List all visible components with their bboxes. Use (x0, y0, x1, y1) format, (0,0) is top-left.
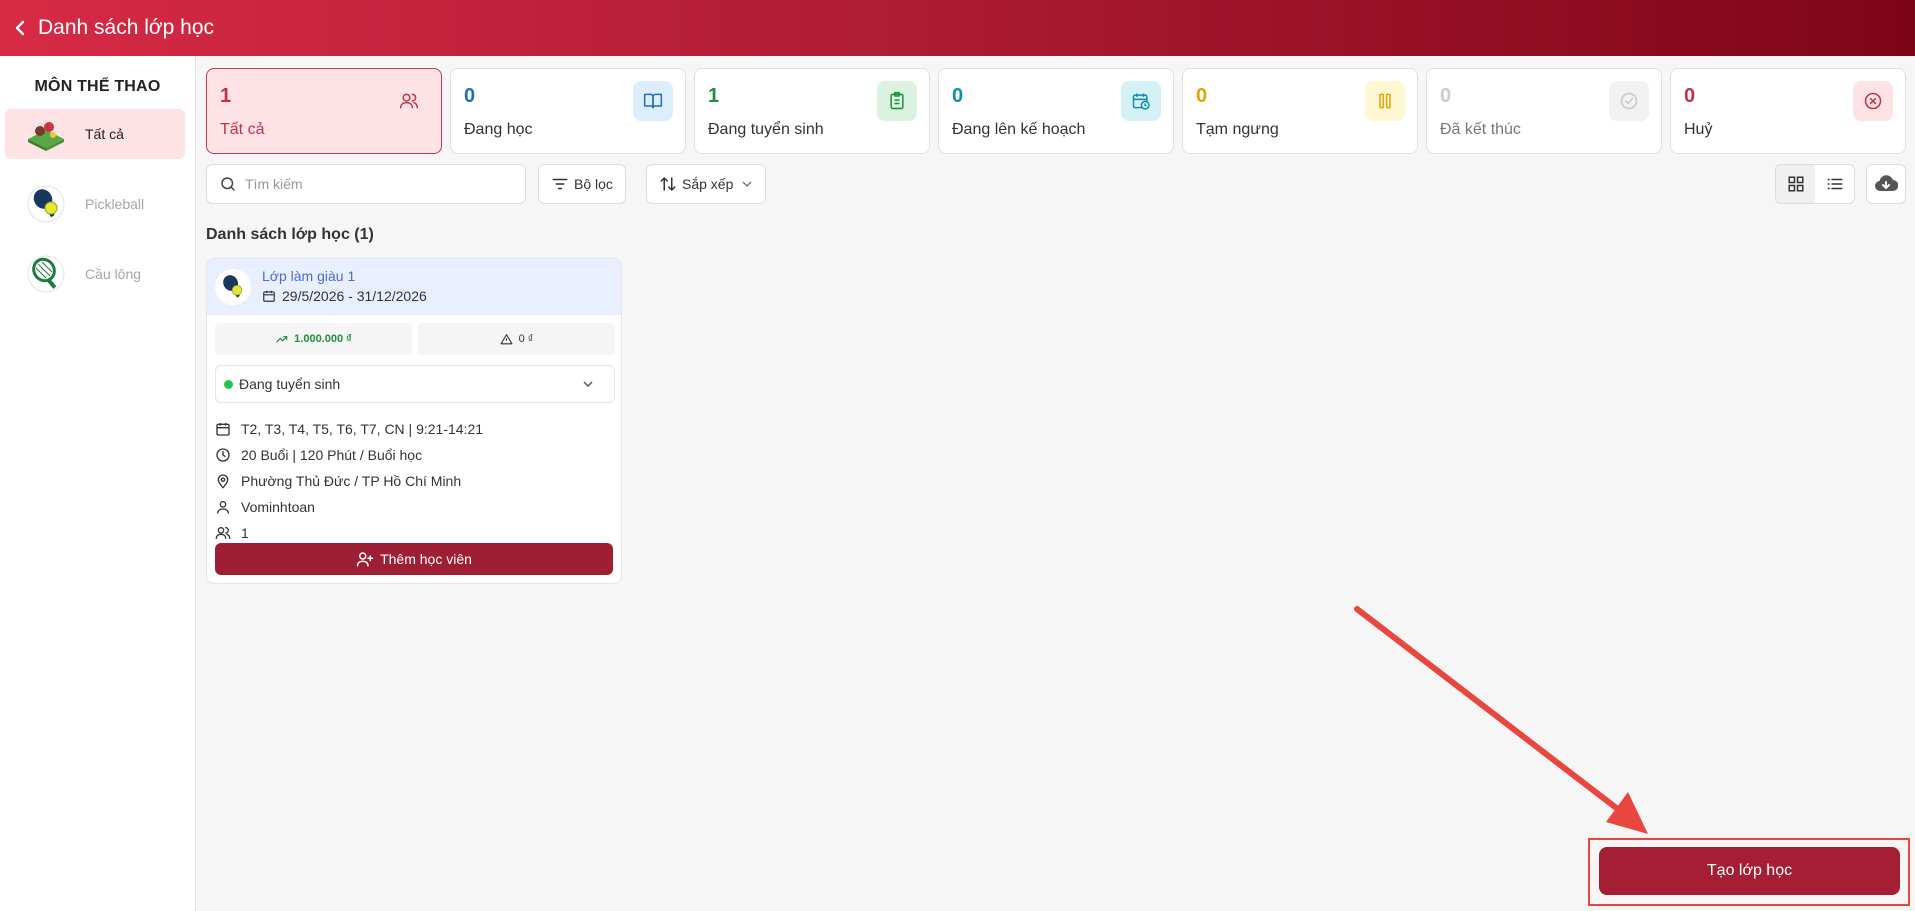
class-title[interactable]: Lớp làm giàu 1 (262, 268, 355, 284)
sports-sidebar: MÔN THỂ THAO Tất cả Pickleball Cầu lông (0, 56, 196, 911)
stat-label: Đã kết thúc (1440, 121, 1521, 138)
check-circle-icon (1609, 81, 1649, 121)
cloud-download-icon (1875, 175, 1898, 192)
download-button[interactable] (1866, 164, 1906, 204)
class-card[interactable]: Lớp làm giàu 1 29/5/2026 - 31/12/2026 1.… (206, 258, 622, 584)
stat-count: 0 (952, 85, 964, 107)
users-icon (215, 527, 231, 539)
sports-field-icon (25, 113, 67, 155)
stat-count: 0 (464, 85, 476, 107)
students-row: 1 (215, 525, 249, 541)
teacher-row: Vominhtoan (215, 499, 315, 515)
stat-card-studying[interactable]: 0 Đang học (450, 68, 686, 154)
sidebar-item-badminton[interactable]: Cầu lông (5, 249, 185, 299)
calendar-icon (216, 423, 230, 436)
status-dropdown[interactable]: Đang tuyển sinh (215, 365, 615, 403)
pickleball-icon (215, 269, 251, 305)
stat-label: Đang lên kế hoạch (952, 121, 1086, 138)
sort-button[interactable]: Sắp xếp (646, 164, 767, 204)
revenue-value: 1.000.000 ₫ (294, 333, 352, 345)
pickleball-icon (25, 183, 67, 225)
list-view-button[interactable] (1815, 165, 1854, 203)
add-student-label: Thêm học viên (380, 551, 472, 567)
sidebar-item-label: Pickleball (85, 196, 145, 212)
create-class-button[interactable]: Tạo lớp học (1599, 847, 1900, 895)
sidebar-item-pickleball[interactable]: Pickleball (5, 179, 185, 229)
calendar-icon (263, 290, 275, 302)
chevron-left-icon (15, 20, 25, 36)
teacher-text: Vominhtoan (241, 499, 315, 515)
app-header: Danh sách lớp học (0, 0, 1915, 56)
search-icon (221, 177, 235, 191)
class-date-range: 29/5/2026 - 31/12/2026 (262, 288, 427, 304)
status-value: Đang tuyển sinh (239, 376, 341, 392)
schedule-text: T2, T3, T4, T5, T6, T7, CN | 9:21-14:21 (241, 421, 484, 437)
list-icon (1827, 178, 1842, 190)
stat-label: Tạm ngưng (1196, 121, 1279, 138)
book-icon (633, 81, 673, 121)
chevron-down-icon (742, 181, 752, 188)
students-count: 1 (241, 525, 249, 541)
debt-value: 0 ₫ (518, 333, 534, 345)
stat-label: Đang học (464, 121, 533, 138)
search-input[interactable] (245, 176, 505, 192)
grid-view-button[interactable] (1776, 165, 1815, 203)
revenue-box: 1.000.000 ₫ (215, 323, 412, 355)
sessions-row: 20 Buổi | 120 Phút / Buổi học (215, 447, 422, 463)
clock-icon (216, 448, 230, 462)
location-row: Phường Thủ Đức / TP Hồ Chí Minh (215, 473, 461, 489)
sidebar-item-label: Tất cả (85, 126, 124, 142)
location-text: Phường Thủ Đức / TP Hồ Chí Minh (241, 473, 462, 489)
stat-count: 0 (1684, 85, 1696, 107)
users-icon (389, 81, 429, 121)
schedule-row: T2, T3, T4, T5, T6, T7, CN | 9:21-14:21 (215, 421, 483, 437)
sidebar-heading: MÔN THỂ THAO (34, 78, 161, 95)
stat-label: Đang tuyển sinh (708, 121, 824, 138)
calendar-clock-icon (1121, 81, 1161, 121)
stat-card-enrolling[interactable]: 1 Đang tuyển sinh (694, 68, 930, 154)
pause-icon (1365, 81, 1405, 121)
back-button[interactable] (4, 0, 36, 56)
stat-card-cancelled[interactable]: 0 Huỷ (1670, 68, 1906, 154)
grid-icon (1788, 176, 1803, 192)
sidebar-item-all[interactable]: Tất cả (5, 109, 185, 159)
class-card-header: Lớp làm giàu 1 29/5/2026 - 31/12/2026 (207, 259, 621, 315)
page-title: Danh sách lớp học (38, 16, 215, 39)
money-row: 1.000.000 ₫ 0 ₫ (215, 323, 615, 355)
filter-button[interactable]: Bộ lọc (538, 164, 626, 204)
trend-up-icon (276, 336, 288, 343)
badminton-icon (25, 253, 67, 295)
view-toggle (1775, 164, 1855, 204)
stat-count: 1 (220, 85, 232, 107)
clipboard-icon (877, 81, 917, 121)
stat-card-planning[interactable]: 0 Đang lên kế hoạch (938, 68, 1174, 154)
stat-count: 1 (708, 85, 720, 107)
stat-count: 0 (1440, 85, 1452, 107)
sort-arrows-icon (660, 177, 676, 191)
stat-label: Huỷ (1684, 121, 1713, 138)
user-plus-icon (356, 552, 374, 567)
filter-icon (552, 178, 568, 190)
search-box[interactable] (206, 164, 526, 204)
status-dot (224, 379, 233, 389)
chevron-down-icon (583, 381, 593, 388)
map-pin-icon (217, 474, 229, 489)
user-icon (217, 501, 229, 514)
stat-count: 0 (1196, 85, 1208, 107)
class-list-heading: Danh sách lớp học (1) (206, 226, 374, 243)
sessions-text: 20 Buổi | 120 Phút / Buổi học (241, 447, 423, 463)
sidebar-item-label: Cầu lông (85, 266, 142, 282)
debt-box: 0 ₫ (418, 323, 615, 355)
x-circle-icon (1853, 81, 1893, 121)
stat-card-all[interactable]: 1 Tất cả (206, 68, 442, 154)
warning-icon (500, 333, 513, 344)
stat-card-paused[interactable]: 0 Tạm ngưng (1182, 68, 1418, 154)
add-student-button[interactable]: Thêm học viên (215, 543, 613, 575)
sort-label: Sắp xếp (682, 176, 734, 192)
stat-card-finished[interactable]: 0 Đã kết thúc (1426, 68, 1662, 154)
filter-label: Bộ lọc (574, 176, 613, 192)
date-range-text: 29/5/2026 - 31/12/2026 (282, 288, 427, 304)
stat-label: Tất cả (220, 121, 265, 138)
